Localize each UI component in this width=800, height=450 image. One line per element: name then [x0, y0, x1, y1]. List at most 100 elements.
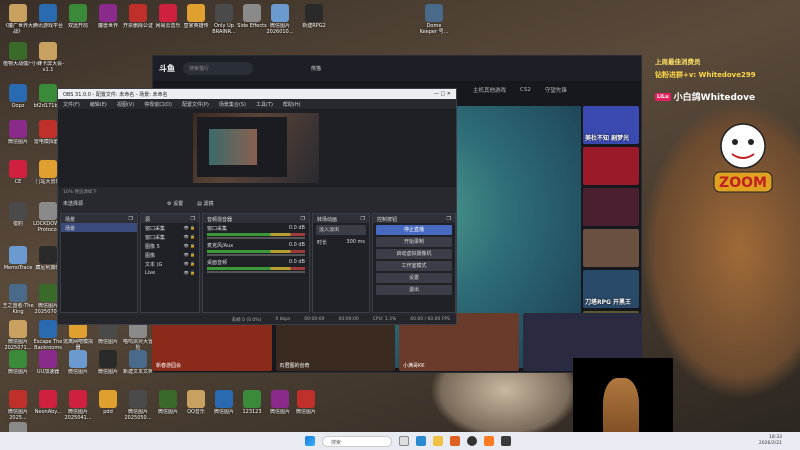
obs-preview[interactable]: [193, 113, 319, 183]
visibility-lock-icons[interactable]: 👁 🔒: [184, 252, 195, 258]
source-item[interactable]: Live 👁 🔒: [141, 268, 199, 277]
start-recording-button[interactable]: 开始录制: [376, 237, 452, 247]
menu-item[interactable]: 帮助(H): [283, 101, 301, 108]
menu-item[interactable]: 停靠窗口(D): [144, 101, 172, 108]
menu-item[interactable]: 场景集合(S): [219, 101, 246, 108]
app-icon[interactable]: [450, 436, 460, 446]
menu-item[interactable]: 文件(F): [63, 101, 80, 108]
desktop-icon[interactable]: 微信图片2025041...: [62, 388, 94, 428]
recommend-tile[interactable]: [583, 229, 639, 267]
dock-icon[interactable]: ❐: [361, 216, 365, 222]
volume-slider[interactable]: [207, 237, 305, 239]
desktop-icon[interactable]: 微信图片: [2, 348, 34, 388]
obs-preview-info: 10% 预览源如下: [63, 190, 97, 195]
desktop-icon[interactable]: 开票删除公证: [122, 2, 154, 42]
visibility-lock-icons[interactable]: 👁 🔒: [184, 270, 195, 276]
desktop-icon-label: 双远开局: [67, 23, 88, 29]
douyu-logo[interactable]: 斗鱼: [159, 63, 175, 74]
desktop-icon[interactable]: Dome Keeper 号...: [418, 2, 450, 42]
taskbar-search[interactable]: 搜索: [322, 435, 392, 447]
visibility-lock-icons[interactable]: 👁 🔒: [184, 261, 195, 267]
source-item[interactable]: 文本 (G 👁 🔒: [141, 259, 199, 268]
visibility-lock-icons[interactable]: 👁 🔒: [184, 234, 195, 240]
desktop-icon[interactable]: 植物大战僵尸: [2, 40, 34, 80]
desktop-icon[interactable]: 微信图片: [62, 348, 94, 388]
desktop-icon[interactable]: 双远开局: [62, 2, 94, 42]
app-icon: [69, 4, 87, 22]
menu-item[interactable]: 编辑(E): [90, 101, 107, 108]
studio-mode-button[interactable]: 工作室模式: [376, 261, 452, 271]
desktop-icon[interactable]: 王之盟者-The King: [2, 282, 34, 322]
douyu-nav-tab[interactable]: 守望先锋: [545, 86, 567, 94]
exit-button[interactable]: 退出: [376, 285, 452, 295]
app-icon[interactable]: [501, 436, 511, 446]
task-view-icon[interactable]: [399, 436, 409, 446]
app-icon: [271, 4, 289, 22]
desktop-icon[interactable]: pdd: [92, 388, 124, 428]
dock-icon[interactable]: ❐: [447, 216, 451, 222]
file-explorer-icon[interactable]: [433, 436, 443, 446]
menu-item[interactable]: 工具(T): [256, 101, 273, 108]
desktop-icon[interactable]: MemoTrace: [2, 244, 34, 284]
douyu-search-input[interactable]: 搜索猫行: [183, 62, 253, 75]
app-icon: [99, 350, 117, 368]
windows-start-icon[interactable]: [305, 436, 315, 446]
desktop-icon[interactable]: 小蜂卡屏大会-v1.1: [32, 40, 64, 80]
recommend-tile[interactable]: 刀塔RPG 开黑王: [583, 270, 639, 308]
scenes-panel-header: 场景 ❐: [61, 214, 137, 223]
start-virtual-camera-button[interactable]: 启动虚拟摄像机: [376, 249, 452, 259]
recommend-tile[interactable]: 美杜不知 剧梦光: [583, 106, 639, 144]
douyu-nav-tab[interactable]: CS2: [520, 87, 531, 93]
recommend-tile[interactable]: [583, 147, 639, 185]
stop-streaming-button[interactable]: 停止直播: [376, 225, 452, 235]
douyu-taskbar-icon[interactable]: [484, 436, 494, 446]
desktop-icon[interactable]: 猎豹: [2, 200, 34, 240]
volume-slider[interactable]: [207, 254, 305, 256]
desktop-icon[interactable]: 魔兽世界: [92, 2, 124, 42]
dock-icon[interactable]: ❐: [301, 216, 305, 222]
desktop-icon[interactable]: 新建RPG2: [298, 2, 330, 42]
desktop-icon[interactable]: NeonAby...: [32, 388, 64, 428]
duration-input[interactable]: 300 ms: [346, 239, 365, 245]
desktop-icon[interactable]: 微信图片2026010...: [264, 2, 296, 42]
obs-preview-area[interactable]: [58, 109, 456, 187]
source-item[interactable]: 图像 👁 🔒: [141, 250, 199, 259]
obs-window[interactable]: OBS 31.0.0 - 配置文件: 未命名 - 场景: 未命名 — □ ✕ 文…: [57, 88, 457, 325]
menu-item[interactable]: 配置文件(P): [182, 101, 209, 108]
dock-icon[interactable]: ❐: [191, 216, 195, 222]
desktop-icon[interactable]: 微信图片: [290, 388, 322, 428]
system-clock[interactable]: 18:33 2026/2/21: [759, 435, 782, 447]
channel-name: 窗口采集: [207, 225, 228, 232]
recommend-tile[interactable]: [583, 188, 639, 226]
douyu-user-area[interactable]: 熊猫: [311, 65, 321, 72]
desktop-icon-label: MemoTrace: [3, 265, 33, 271]
volume-slider[interactable]: [207, 271, 305, 273]
desktop-icon[interactable]: 微信图片2025050...: [122, 388, 154, 428]
desktop-icon[interactable]: Oopz: [2, 82, 34, 122]
transition-select[interactable]: 淡入淡出: [316, 225, 366, 235]
filters-button[interactable]: ▤ 滤镜: [197, 200, 213, 207]
window-controls[interactable]: — □ ✕: [434, 91, 451, 97]
scene-item[interactable]: 场景: [61, 223, 137, 232]
dock-icon[interactable]: ❐: [129, 216, 133, 222]
visibility-lock-icons[interactable]: 👁 🔒: [184, 243, 195, 249]
desktop-icon[interactable]: CE: [2, 158, 34, 198]
source-item[interactable]: 窗口采集 👁 🔒: [141, 232, 199, 241]
sources-panel-header: 源 ❐: [141, 214, 199, 223]
properties-button[interactable]: ⚙ 设置: [167, 200, 183, 207]
visibility-lock-icons[interactable]: 👁 🔒: [184, 225, 195, 231]
desktop-icon[interactable]: 微信图片: [92, 348, 124, 388]
desktop-icon[interactable]: 《魔广世界大战》: [2, 2, 34, 42]
menu-item[interactable]: 视图(V): [117, 101, 134, 108]
zoom-text: ZOOM: [719, 175, 767, 191]
douyu-nav-tab[interactable]: 主机其他游戏: [473, 86, 506, 94]
edge-icon[interactable]: [416, 436, 426, 446]
desktop-icon[interactable]: 微信图片: [2, 118, 34, 158]
source-item[interactable]: 窗口采集 👁 🔒: [141, 223, 199, 232]
desktop-icon[interactable]: 腾讯游戏平台: [32, 2, 64, 42]
source-item[interactable]: 图像 5 👁 🔒: [141, 241, 199, 250]
settings-button[interactable]: 设置: [376, 273, 452, 283]
obs-taskbar-icon[interactable]: [467, 436, 477, 446]
desktop-icon[interactable]: 新建文本文档: [122, 348, 154, 388]
desktop-icon[interactable]: UU加速器: [32, 348, 64, 388]
